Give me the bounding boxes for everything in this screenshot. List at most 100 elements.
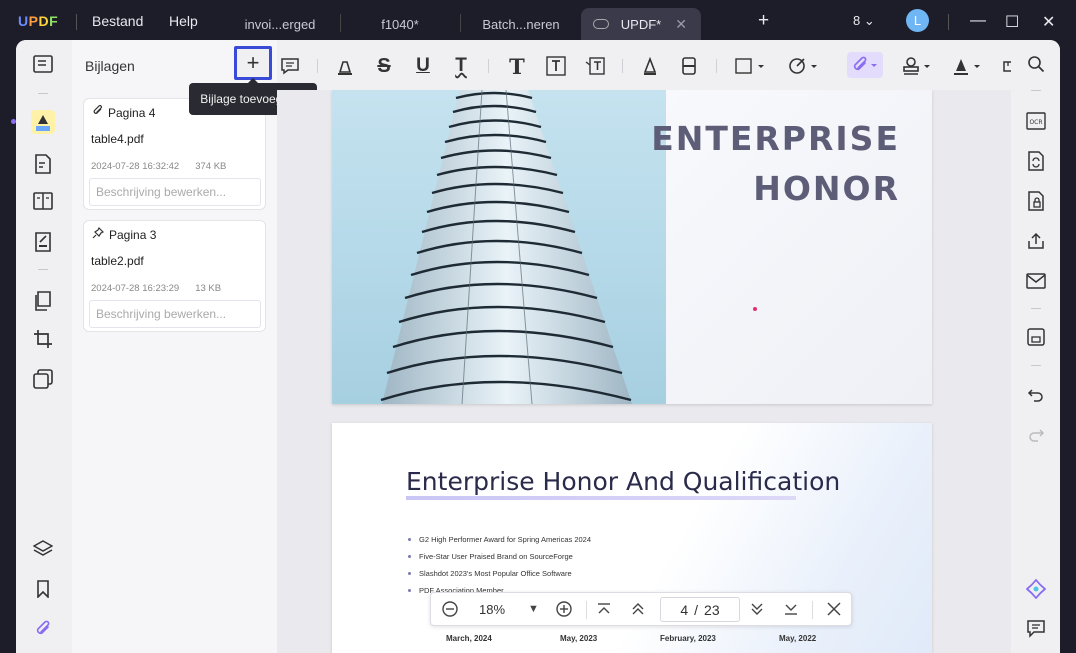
attachment-page: Pagina 3 [92,226,156,242]
divider [76,14,77,30]
zoom-level[interactable]: 18% [479,602,505,617]
attachment-filename: table2.pdf [91,254,144,268]
maximize-button[interactable]: ☐ [1005,12,1019,32]
divider [1031,365,1041,366]
tab-f1040[interactable]: f1040* [346,9,454,40]
fill-sign-icon[interactable] [32,231,54,253]
zoom-in-icon[interactable] [555,600,573,622]
attachment-icon[interactable] [32,618,54,640]
divider [38,269,48,270]
tab-count[interactable]: 8 ⌄ [853,13,875,29]
divider [586,601,587,619]
redo-icon[interactable] [1025,424,1047,446]
description-input[interactable]: Beschrijving bewerken... [89,178,261,206]
comment-icon[interactable] [279,55,301,77]
text-box-icon[interactable] [545,55,567,77]
underline-icon[interactable]: U [412,55,434,77]
page-number-input[interactable]: 4 / 23 [660,597,740,622]
reader-mode-icon[interactable] [32,53,54,75]
close-window-button[interactable]: ✕ [1042,12,1055,32]
previous-page-icon[interactable] [630,600,646,622]
tab-label: f1040* [381,17,419,32]
text-tool-icon[interactable]: T [506,54,528,79]
avatar[interactable]: L [906,9,929,32]
annotation-toolbar: + S U T T [234,40,1021,90]
attachment-filename: table4.pdf [91,132,144,146]
divider [317,59,318,73]
email-icon[interactable] [1025,270,1047,292]
text-callout-icon[interactable] [584,55,606,77]
attachment-page: Pagina 4 [92,105,155,120]
tab-label: Batch...neren [482,17,560,32]
divider [812,601,813,619]
menu-file[interactable]: Bestand [92,13,143,29]
attachment-meta: 2024-07-28 16:32:42 374 KB [91,161,227,172]
strikethrough-icon[interactable]: S [373,55,395,77]
ai-assistant-icon[interactable] [1025,578,1047,600]
attachment-meta: 2024-07-28 16:23:29 13 KB [91,283,222,294]
pushpin-icon [92,226,105,242]
left-tool-rail [16,40,72,653]
edit-pdf-icon[interactable] [32,153,54,175]
new-tab-button[interactable]: + [758,10,769,32]
organize-pages-icon[interactable] [32,190,54,212]
search-icon[interactable] [1025,53,1047,75]
attachment-card[interactable]: Pagina 3 table2.pdf 2024-07-28 16:23:29 1… [83,220,266,332]
pencil-icon[interactable] [639,55,661,77]
layers-icon[interactable] [32,538,54,560]
ocr-icon[interactable]: OCR [1025,110,1047,132]
last-page-icon[interactable] [783,600,799,622]
page-navigation-bar: 18% ▼ 4 / 23 [430,592,852,626]
combine-icon[interactable] [32,368,54,390]
tab-divider [460,14,461,32]
shape-tool-icon[interactable] [787,55,819,77]
add-attachment-button[interactable]: + [234,46,272,80]
svg-text:OCR: OCR [1029,119,1042,126]
divider [488,59,489,73]
protect-icon[interactable] [1025,190,1047,212]
zoom-dropdown-icon[interactable]: ▼ [528,603,539,615]
first-page-icon[interactable] [596,600,612,622]
minimize-button[interactable]: — [970,12,986,30]
divider [622,59,623,73]
tab-batch[interactable]: Batch...neren [466,9,576,40]
comment-tool-icon[interactable] [31,110,55,134]
cursor-dot [753,307,757,311]
zoom-out-icon[interactable] [441,600,459,622]
bookmark-icon[interactable] [32,578,54,600]
undo-icon[interactable] [1025,384,1047,406]
next-page-icon[interactable] [749,600,765,622]
date-label: February, 2023 [660,634,716,643]
comments-panel-icon[interactable] [1025,618,1047,640]
date-label: March, 2024 [446,634,492,643]
shape-rectangle-icon[interactable] [734,55,766,77]
divider [1031,90,1041,91]
save-icon[interactable] [1025,326,1047,348]
page-separator: / [694,601,699,618]
squiggly-icon[interactable]: T [450,55,472,77]
title-underline [406,496,796,500]
tab-updf-active[interactable]: UPDF* ✕ [581,8,701,40]
signature-icon[interactable] [951,55,983,77]
menu-help[interactable]: Help [169,13,198,29]
close-tab-icon[interactable]: ✕ [675,16,687,33]
document-viewer[interactable]: ENTERPRISE HONOR Enterprise Honor And Qu… [277,90,1011,653]
share-icon[interactable] [1025,230,1047,252]
chevron-down-icon: ⌄ [863,13,875,28]
paperclip-icon [92,105,103,120]
list-item: Five-Star User Praised Brand on SourceFo… [408,548,591,565]
page-tools-icon[interactable] [32,290,54,312]
crop-icon[interactable] [32,328,54,350]
tab-divider [340,14,341,32]
convert-icon[interactable] [1025,150,1047,172]
stamp-icon[interactable] [901,55,933,77]
close-navbar-icon[interactable] [826,600,842,622]
highlight-icon[interactable] [334,55,356,77]
description-input[interactable]: Beschrijving bewerken... [89,300,261,328]
pdf-page: ENTERPRISE HONOR [332,90,932,404]
building-photo [332,90,666,404]
eraser-icon[interactable] [678,55,700,77]
attachment-tool-active-icon[interactable] [847,52,883,78]
app-logo: UPDF [18,13,59,29]
tab-invoice-merged[interactable]: invoi...erged [226,9,334,40]
